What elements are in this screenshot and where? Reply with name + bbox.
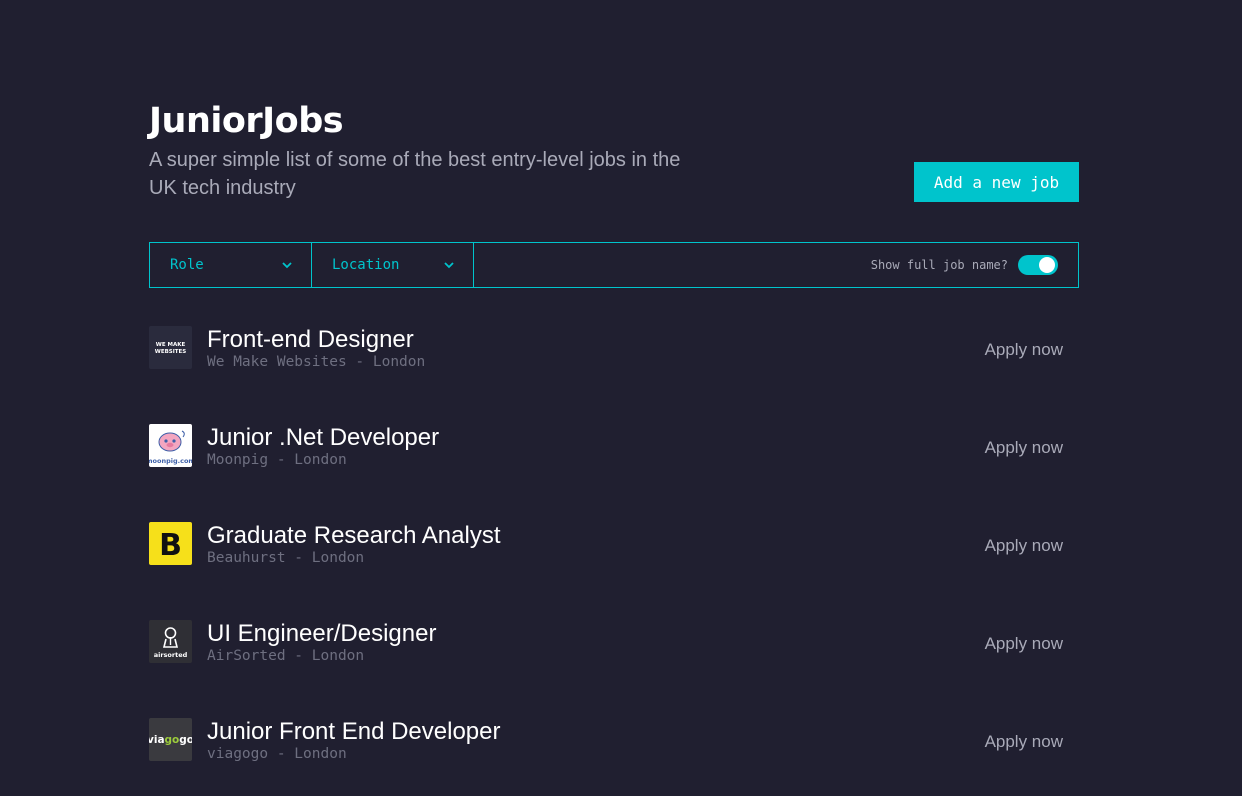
viagogo-logo: viagogo — [149, 718, 192, 761]
svg-text:moonpig.com: moonpig.com — [149, 457, 192, 465]
add-new-job-button[interactable]: Add a new job — [914, 162, 1079, 202]
svg-text:viagogo: viagogo — [149, 734, 192, 746]
location-dropdown-label: Location — [332, 257, 400, 273]
filter-spacer — [474, 243, 871, 287]
job-title: Front-end Designer — [207, 326, 414, 353]
list-item[interactable]: viagogo Junior Front End Developer viago… — [149, 718, 1079, 796]
role-dropdown-label: Role — [170, 257, 204, 273]
toggle-knob — [1039, 257, 1055, 273]
job-company-location: AirSorted - London — [207, 648, 365, 664]
page-header: JuniorJobs A super simple list of some o… — [149, 0, 1079, 242]
we-make-websites-logo: WE MAKE WEBSITES — [149, 326, 192, 369]
svg-text:B: B — [159, 528, 182, 563]
chevron-down-icon — [282, 262, 292, 269]
job-company-location: We Make Websites - London — [207, 354, 426, 370]
airsorted-logo: airsorted — [149, 620, 192, 663]
job-list: WE MAKE WEBSITES Front-end Designer We M… — [149, 326, 1079, 796]
page-title: JuniorJobs — [149, 101, 344, 141]
job-title: Graduate Research Analyst — [207, 522, 501, 549]
role-dropdown[interactable]: Role — [150, 243, 312, 287]
job-company-location: Beauhurst - London — [207, 550, 365, 566]
toggle-label: Show full job name? — [870, 258, 1008, 272]
chevron-down-icon — [444, 262, 454, 269]
job-company-location: viagogo - London — [207, 746, 347, 762]
svg-text:airsorted: airsorted — [154, 651, 188, 659]
list-item[interactable]: moonpig.com Junior .Net Developer Moonpi… — [149, 424, 1079, 522]
full-name-toggle[interactable] — [1018, 255, 1058, 275]
filter-bar: Role Location Show full job name? — [149, 242, 1079, 288]
job-title: Junior .Net Developer — [207, 424, 440, 451]
apply-now-link[interactable]: Apply now — [985, 732, 1063, 752]
apply-now-link[interactable]: Apply now — [985, 536, 1063, 556]
location-dropdown[interactable]: Location — [312, 243, 474, 287]
full-name-toggle-group: Show full job name? — [871, 243, 1078, 287]
job-title: UI Engineer/Designer — [207, 620, 437, 647]
list-item[interactable]: WE MAKE WEBSITES Front-end Designer We M… — [149, 326, 1079, 424]
page-subtitle: A super simple list of some of the best … — [149, 149, 681, 199]
apply-now-link[interactable]: Apply now — [985, 340, 1063, 360]
svg-text:WE MAKE: WE MAKE — [156, 342, 186, 348]
apply-now-link[interactable]: Apply now — [985, 438, 1063, 458]
svg-text:WEBSITES: WEBSITES — [155, 349, 187, 355]
apply-now-link[interactable]: Apply now — [985, 634, 1063, 654]
moonpig-logo: moonpig.com — [149, 424, 192, 467]
list-item[interactable]: B Graduate Research Analyst Beauhurst - … — [149, 522, 1079, 620]
beauhurst-logo: B — [149, 522, 192, 565]
page-container: JuniorJobs A super simple list of some o… — [149, 0, 1079, 762]
job-title: Junior Front End Developer — [207, 718, 501, 745]
list-item[interactable]: airsorted UI Engineer/Designer AirSorted… — [149, 620, 1079, 718]
job-company-location: Moonpig - London — [207, 452, 347, 468]
